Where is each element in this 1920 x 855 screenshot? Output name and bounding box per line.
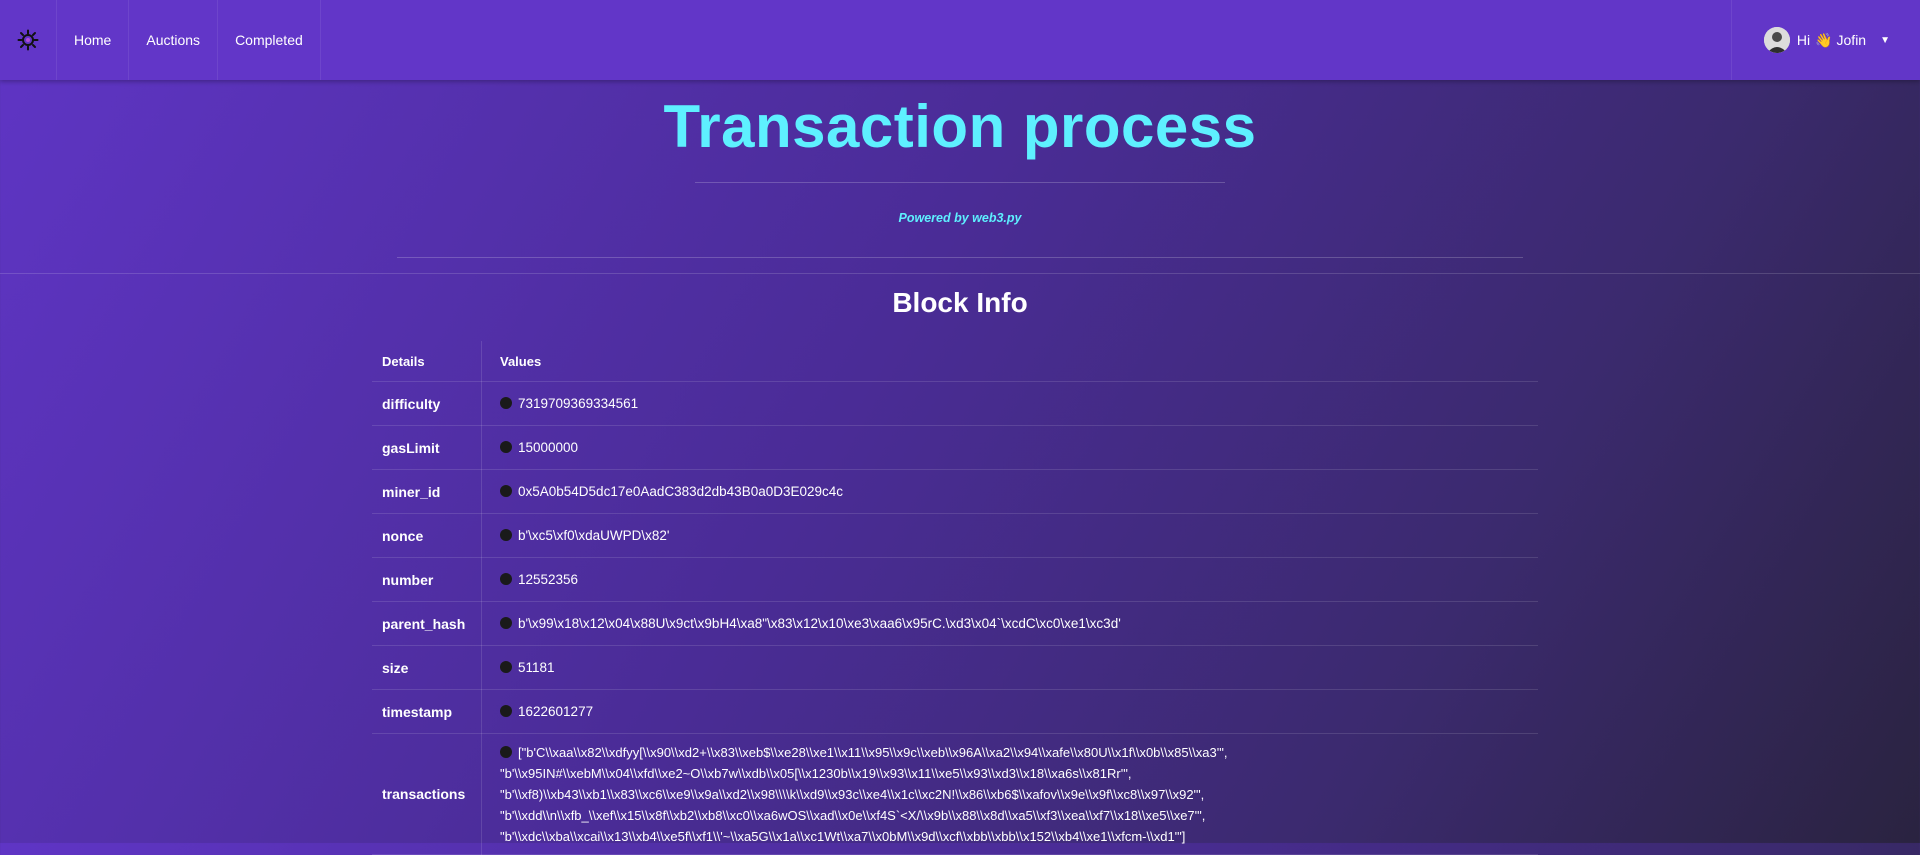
row-value: 0x5A0b54D5dc17e0AadC383d2db43B0a0D3E029c…	[518, 484, 844, 499]
bullet-icon	[500, 441, 512, 453]
row-key: gasLimit	[372, 425, 482, 470]
transaction-line: "b'\\xf8)\\xb43\\xb1\\x83\\xc6\\xe9\\x9a…	[500, 786, 1205, 802]
row-key: nonce	[372, 513, 482, 558]
row-value-cell: 12552356	[481, 557, 1538, 602]
top-navbar: Home Auctions Completed Hi 👋 Jofin ▼	[0, 0, 1920, 80]
bullet-icon	[500, 745, 512, 758]
nav-auctions-label: Auctions	[146, 32, 201, 48]
nav-completed-label: Completed	[235, 32, 303, 48]
caret-down-icon: ▼	[1880, 34, 1890, 46]
user-avatar-icon	[1763, 27, 1790, 53]
page-title: Transaction process	[663, 93, 1257, 160]
row-value-cell: b'\xc5\xf0\xdaUWPD\x82'	[481, 513, 1538, 558]
row-value: b'\x99\x18\x12\x04\x88U\x9ct\x9bH4\xa8"\…	[518, 616, 1121, 631]
bullet-icon	[500, 573, 512, 585]
title-divider	[695, 182, 1225, 183]
transaction-line: ["b'C\\xaa\\x82\\xdfyy[\\x90\\xd2+\\x83\…	[500, 742, 1537, 763]
bullet-icon	[500, 661, 512, 673]
user-greeting: Hi	[1796, 32, 1811, 48]
wave-icon: 👋	[1815, 31, 1833, 48]
row-value: 1622601277	[518, 704, 594, 719]
row-value: 15000000	[518, 440, 579, 455]
section-divider	[0, 273, 1920, 274]
row-value-cell: 0x5A0b54D5dc17e0AadC383d2db43B0a0D3E029c…	[481, 469, 1538, 514]
table-row: timestamp 1622601277	[372, 689, 1538, 734]
row-value-cell: 1622601277	[481, 689, 1538, 734]
table-row: parent_hash b'\x99\x18\x12\x04\x88U\x9ct…	[372, 601, 1538, 646]
transaction-line: "b'\\x95IN#\\xebM\\x04\\xfd\\xe2~O\\xb7w…	[500, 765, 1132, 781]
table-header-row: Details Values	[372, 341, 1538, 382]
bullet-icon	[500, 617, 512, 629]
row-value-cell: b'\x99\x18\x12\x04\x88U\x9ct\x9bH4\xa8"\…	[481, 601, 1538, 646]
nav-completed[interactable]: Completed	[218, 0, 321, 80]
nav-home[interactable]: Home	[57, 0, 130, 80]
header-divider	[397, 257, 1523, 258]
table-row-transactions: transactions ["b'C\\xaa\\x82\\xdfyy[\\x9…	[372, 733, 1538, 855]
bullet-icon	[500, 529, 512, 541]
row-value-cell: 15000000	[481, 425, 1538, 470]
bullet-icon	[500, 705, 512, 717]
table-row: nonce b'\xc5\xf0\xdaUWPD\x82'	[372, 513, 1538, 558]
transaction-text: ["b'C\\xaa\\x82\\xdfyy[\\x90\\xd2+\\x83\…	[518, 744, 1228, 760]
row-key: miner_id	[372, 469, 482, 514]
row-value-cell: 7319709369334561	[481, 381, 1538, 426]
block-info-title: Block Info	[892, 287, 1028, 318]
powered-by-text: Powered by web3.py	[898, 211, 1022, 225]
row-key: timestamp	[372, 689, 482, 734]
column-header-values: Values	[481, 341, 1538, 382]
block-info-table: Details Values difficulty 73197093693345…	[372, 341, 1538, 855]
transaction-line: "b'\\xdc\\xba\\xcai\\x13\\xb4\\xe5f\\xf1…	[500, 828, 1186, 844]
row-value: b'\xc5\xf0\xdaUWPD\x82'	[518, 528, 670, 543]
column-header-details: Details	[372, 341, 482, 382]
gear-bug-icon	[17, 29, 39, 51]
table-row: size 51181	[372, 645, 1538, 690]
avatar	[1763, 27, 1790, 53]
user-menu[interactable]: Hi 👋 Jofin ▼	[1730, 0, 1920, 80]
transaction-line: "b'\\xdd\\n\\xfb_\\xef\\x15\\x8f\\xb2\\x…	[500, 807, 1206, 823]
row-value: 7319709369334561	[518, 396, 639, 411]
row-key: transactions	[372, 733, 482, 855]
row-value: 12552356	[518, 572, 579, 587]
transactions-value-cell: ["b'C\\xaa\\x82\\xdfyy[\\x90\\xd2+\\x83\…	[481, 733, 1538, 855]
table-row: miner_id 0x5A0b54D5dc17e0AadC383d2db43B0…	[372, 469, 1538, 514]
table-row: difficulty 7319709369334561	[372, 381, 1538, 426]
row-key: size	[372, 645, 482, 690]
row-key: difficulty	[372, 381, 482, 426]
bullet-icon	[500, 485, 512, 497]
row-key: parent_hash	[372, 601, 482, 646]
nav-auctions[interactable]: Auctions	[129, 0, 219, 80]
user-name: Jofin	[1836, 32, 1867, 48]
bullet-icon	[500, 397, 512, 409]
table-row: number 12552356	[372, 557, 1538, 602]
row-value: 51181	[518, 660, 555, 675]
table-row: gasLimit 15000000	[372, 425, 1538, 470]
brand-logo[interactable]	[0, 0, 57, 80]
nav-home-label: Home	[74, 32, 112, 48]
row-key: number	[372, 557, 482, 602]
row-value-cell: 51181	[481, 645, 1538, 690]
